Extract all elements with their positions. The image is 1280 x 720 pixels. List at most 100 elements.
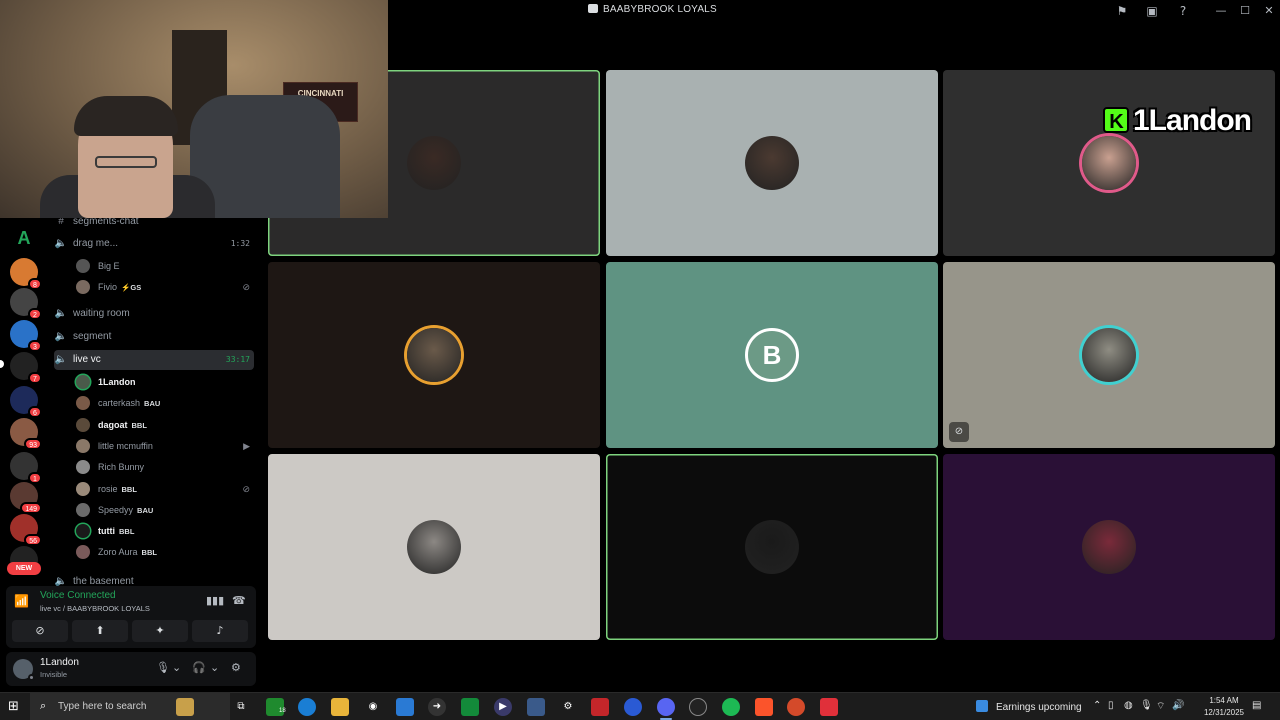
server-1[interactable]: 8 [10, 258, 42, 290]
channel-name: segments-chat [73, 218, 139, 227]
nvidia-icon[interactable] [461, 698, 479, 716]
voice-user[interactable]: tutti BBL [76, 521, 256, 541]
video-tile[interactable] [606, 454, 938, 640]
channel-segments-chat[interactable]: # segments-chat [54, 218, 254, 232]
calculator-icon[interactable] [527, 698, 545, 716]
channel-segment[interactable]: 🔈 segment [54, 327, 254, 347]
screen-share-button[interactable]: ⬆ [72, 620, 128, 642]
voice-status[interactable]: Voice Connected [40, 590, 116, 601]
channel-waiting-room[interactable]: 🔈 waiting room [54, 304, 254, 324]
brave-icon[interactable] [755, 698, 773, 716]
wifi-icon[interactable]: ⌔ [1156, 700, 1165, 713]
edge-icon[interactable] [298, 698, 316, 716]
camera-toggle-button[interactable]: ⊘ [12, 620, 68, 642]
task-view-icon[interactable]: ⧉ [232, 698, 250, 716]
chevron-down-icon[interactable]: ⌄ [210, 661, 219, 674]
speaker-icon: 🔈 [54, 308, 68, 319]
disconnect-icon[interactable]: ☎ [232, 594, 246, 607]
maximize-button[interactable]: ☐ [1234, 2, 1256, 20]
window-title: BAABYBROOK LOYALS [588, 4, 717, 15]
speaker-tray-icon[interactable]: 🔊 [1172, 700, 1184, 711]
chevron-down-icon[interactable]: ⌄ [172, 661, 181, 674]
channel-live-vc[interactable]: 🔈 live vc 33:17 [54, 350, 254, 370]
video-tile[interactable]: B [606, 262, 938, 448]
participant-avatar [407, 136, 461, 190]
server-badge: 3 [28, 340, 42, 352]
participant-avatar [745, 136, 799, 190]
voice-user[interactable]: 1Landon [76, 372, 256, 392]
server-4[interactable]: 7 [10, 352, 42, 384]
tray-app-icon[interactable]: ▯ [1108, 700, 1114, 711]
network-icon[interactable]: ◍ [1124, 700, 1133, 711]
obs-icon[interactable] [689, 698, 707, 716]
participant-avatar [745, 520, 799, 574]
voice-user[interactable]: little mcmuffin ▶ [76, 436, 256, 456]
voice-user[interactable]: Fivio ⚡GS ⊘ [76, 277, 256, 297]
inbox-icon[interactable]: ⚑ [1114, 3, 1130, 19]
file-explorer-icon[interactable] [331, 698, 349, 716]
voice-user[interactable]: Speedyy BAU [76, 500, 256, 520]
noise-suppression-icon[interactable]: ▮▮▮ [206, 594, 224, 607]
user-name: 1Landon [98, 377, 136, 387]
xbox-badge: 18 [279, 708, 286, 714]
voice-connected-panel: 📶 Voice Connected live vc / BAABYBROOK L… [6, 586, 256, 648]
server-7[interactable]: 1 [10, 452, 42, 484]
red-tile-icon[interactable] [820, 698, 838, 716]
video-tile[interactable] [943, 454, 1275, 640]
avatar [76, 396, 90, 411]
chevron-up-icon[interactable]: ⌃ [1093, 700, 1101, 711]
media-player-icon[interactable]: ◉ [364, 698, 382, 716]
video-tile[interactable] [606, 70, 938, 256]
voice-user[interactable]: Zoro Aura BBL [76, 542, 256, 562]
server-9[interactable]: 56 [10, 514, 42, 546]
deafened-icon: ⊘ [242, 282, 250, 292]
chrome-icon[interactable] [787, 698, 805, 716]
video-tile[interactable] [943, 70, 1275, 256]
server-a[interactable]: A [10, 224, 38, 252]
server-8[interactable]: 149 [10, 482, 42, 514]
system-clock[interactable]: 1:54 AM 12/31/2025 [1200, 695, 1248, 719]
selected-server-pip [0, 360, 4, 368]
windows-start-icon[interactable]: ⊞ [8, 699, 19, 714]
voice-user[interactable]: dagoat BBL [76, 415, 256, 435]
minimize-button[interactable]: — [1210, 2, 1232, 20]
voice-user[interactable]: Rich Bunny [76, 457, 256, 477]
notification-icon[interactable]: ▤ [1252, 700, 1261, 711]
server-3[interactable]: 3 [10, 320, 42, 352]
participant-avatar [1082, 328, 1136, 382]
clock-date: 12/31/2025 [1203, 708, 1245, 717]
server-6[interactable]: 93 [10, 418, 42, 450]
avatar [76, 375, 90, 389]
soundboard-button[interactable]: ♪ [192, 620, 248, 642]
screen-share-icon[interactable]: ▣ [1144, 3, 1160, 19]
settings-gear-icon[interactable]: ⚙ [231, 661, 241, 674]
server-5[interactable]: 6 [10, 386, 42, 418]
mic-tray-icon[interactable]: 🎙 [1140, 700, 1153, 711]
voice-user[interactable]: rosie BBL ⊘ [76, 479, 256, 499]
video-tile[interactable] [268, 262, 600, 448]
server-2[interactable]: 2 [10, 288, 42, 320]
browser-icon[interactable] [624, 698, 642, 716]
user-tag: ⚡GS [121, 283, 142, 292]
close-button[interactable]: ✕ [1258, 2, 1280, 20]
video-tile[interactable] [268, 454, 600, 640]
red-app-icon[interactable] [591, 698, 609, 716]
user-panel: 1Landon Invisible 🎙 ⌄ 🎧 ⌄ ⚙ [6, 652, 256, 686]
help-icon[interactable]: ? [1175, 3, 1191, 19]
taskbar-search[interactable]: ⌕ Type here to search [30, 693, 230, 720]
video-tile[interactable]: ⊘ [943, 262, 1275, 448]
store-icon[interactable] [396, 698, 414, 716]
spotify-icon[interactable] [722, 698, 740, 716]
media-icon[interactable]: ▶ [494, 698, 512, 716]
headphones-icon[interactable]: 🎧 [192, 661, 206, 674]
news-widget[interactable]: Earnings upcoming [976, 700, 1082, 713]
channel-drag-me[interactable]: 🔈 drag me... 1:32 [54, 234, 254, 254]
voice-user[interactable]: Big E [76, 256, 256, 276]
microphone-icon[interactable]: 🎙 [156, 661, 170, 674]
settings-icon[interactable]: ⚙ [559, 698, 577, 716]
app-icon[interactable]: ➜ [428, 698, 446, 716]
voice-user[interactable]: carterkash BAU [76, 393, 256, 413]
discord-taskbar-icon[interactable] [657, 698, 675, 716]
activities-button[interactable]: ✦ [132, 620, 188, 642]
participant-avatar [407, 328, 461, 382]
